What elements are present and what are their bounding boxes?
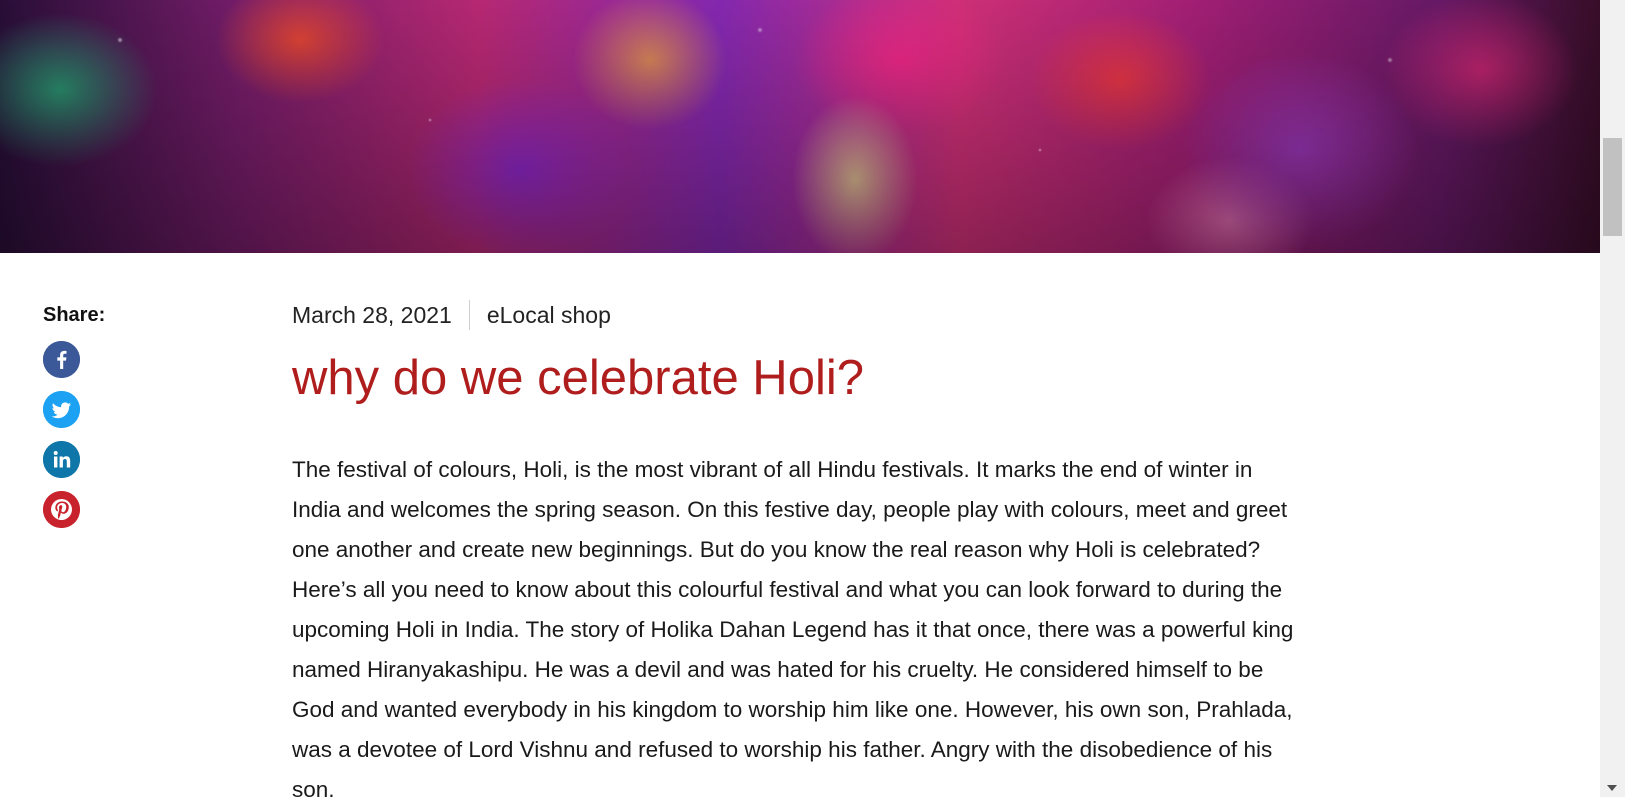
share-pinterest-button[interactable] <box>43 491 80 528</box>
pinterest-icon <box>43 491 80 528</box>
share-twitter-button[interactable] <box>43 391 80 428</box>
share-label: Share: <box>43 304 106 326</box>
article-body: The festival of colours, Holi, is the mo… <box>292 457 1294 797</box>
facebook-icon <box>43 341 80 378</box>
page: Share: March 28, 2021 eLocal shop why do… <box>0 0 1625 797</box>
meta-divider <box>468 300 470 330</box>
share-linkedin-button[interactable] <box>43 441 80 478</box>
vertical-scrollbar[interactable] <box>1600 0 1625 797</box>
share-sidebar: Share: <box>43 303 163 541</box>
twitter-icon <box>43 391 80 428</box>
article-date: March 28, 2021 <box>292 301 452 328</box>
article-author[interactable]: eLocal shop <box>487 302 611 329</box>
hero-image <box>0 0 1600 253</box>
share-facebook-button[interactable] <box>43 341 80 378</box>
scroll-down-arrow-icon[interactable] <box>1607 785 1617 791</box>
linkedin-icon <box>43 441 80 478</box>
article: March 28, 2021 eLocal shop why do we cel… <box>292 298 1312 797</box>
article-meta: March 28, 2021 eLocal shop <box>292 298 1312 332</box>
scrollbar-thumb[interactable] <box>1603 138 1622 236</box>
article-title: why do we celebrate Holi? <box>292 351 864 405</box>
